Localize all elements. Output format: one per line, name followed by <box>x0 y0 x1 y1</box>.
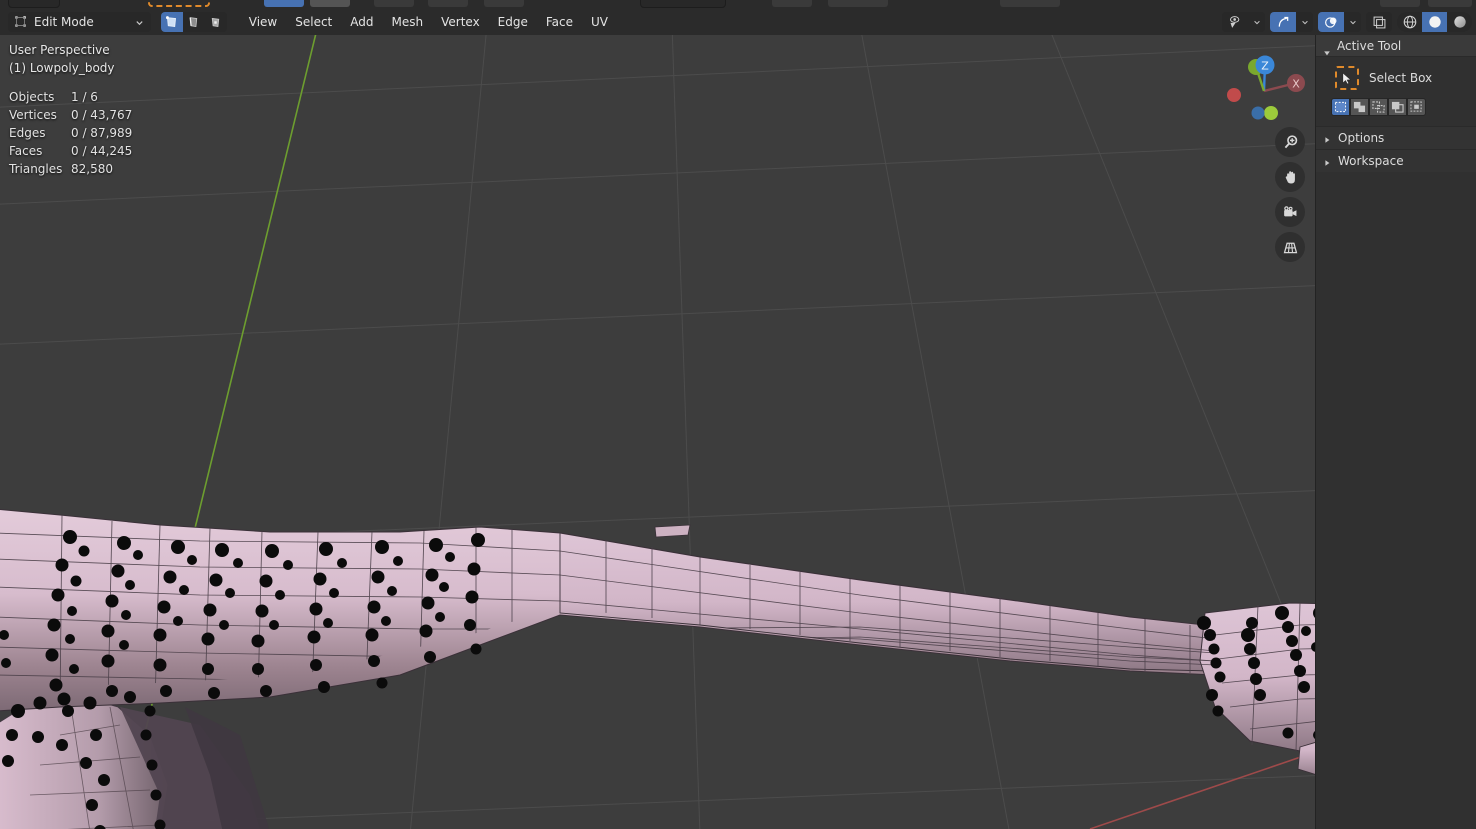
gizmo-dropdown[interactable] <box>1296 12 1313 32</box>
material-sphere-icon[interactable] <box>1447 12 1472 32</box>
visibility-toggle-group <box>1222 12 1265 32</box>
workspace-panel-title: Workspace <box>1338 154 1404 168</box>
chevron-down-icon <box>135 18 144 27</box>
clipped-top-toolbar <box>0 0 1476 9</box>
grid-perspective-icon <box>1283 242 1297 253</box>
edit-mode-icon <box>14 13 27 32</box>
active-tool-panel-header[interactable]: Active Tool <box>1316 35 1476 57</box>
gizmo-toggle-group <box>1270 12 1313 32</box>
solid-sphere-icon[interactable] <box>1422 12 1447 32</box>
gizmo-axis-neg-x <box>1227 88 1241 102</box>
face-select-button[interactable] <box>204 12 227 32</box>
menu-mesh[interactable]: Mesh <box>384 12 432 32</box>
menu-uv[interactable]: UV <box>583 12 616 32</box>
options-panel-title: Options <box>1338 131 1385 145</box>
menu-vertex[interactable]: Vertex <box>433 12 488 32</box>
zoom-button[interactable] <box>1275 127 1305 157</box>
active-tool-name: Select Box <box>1369 71 1433 85</box>
triangle-down-icon <box>1323 42 1331 55</box>
camera-icon <box>1283 205 1296 216</box>
overlays-toggle-group <box>1318 12 1361 32</box>
selection-mode-buttons <box>1316 98 1476 126</box>
toggle-xray-button[interactable] <box>1366 12 1392 32</box>
select-mode-group <box>160 12 227 32</box>
active-tool-panel-title: Active Tool <box>1337 38 1402 53</box>
viewport-menu-bar: View Select Add Mesh Vertex Edge Face UV <box>241 12 616 32</box>
menu-edge[interactable]: Edge <box>490 12 536 32</box>
mode-selector[interactable]: Edit Mode <box>8 12 151 32</box>
select-box-cursor-icon <box>1335 66 1359 90</box>
gizmo-axis-neg-y <box>1264 106 1278 120</box>
triangle-right-icon <box>1323 129 1331 148</box>
selection-set-button[interactable] <box>1331 98 1350 116</box>
viewport-header-right <box>1222 9 1476 35</box>
overlays-dropdown[interactable] <box>1344 12 1361 32</box>
menu-add[interactable]: Add <box>342 12 381 32</box>
shading-mode-group <box>1397 12 1472 32</box>
menu-view[interactable]: View <box>241 12 285 32</box>
mode-label: Edit Mode <box>34 15 94 29</box>
pan-button[interactable] <box>1275 162 1305 192</box>
menu-select[interactable]: Select <box>287 12 340 32</box>
selection-invert-button[interactable] <box>1388 98 1407 116</box>
selection-intersect-button[interactable] <box>1407 98 1426 116</box>
edge-select-button[interactable] <box>182 12 205 32</box>
selection-extend-button[interactable] <box>1350 98 1369 116</box>
menu-face[interactable]: Face <box>538 12 581 32</box>
selection-subtract-button[interactable] <box>1369 98 1388 116</box>
3d-viewport[interactable]: User Perspective (1) Lowpoly_body Object… <box>0 35 1315 829</box>
gizmo-axis-neg-z <box>1251 106 1265 120</box>
visibility-dropdown[interactable] <box>1248 12 1265 32</box>
wireframe-globe-icon[interactable] <box>1397 12 1422 32</box>
eye-cursor-icon[interactable] <box>1222 12 1248 32</box>
blender-window: Edit Mode View Select Add Mesh Vertex Ed… <box>0 0 1476 829</box>
viewport-header: Edit Mode View Select Add Mesh Vertex Ed… <box>0 9 1476 35</box>
viewport-canvas <box>0 35 1315 829</box>
gizmo-z-label: Z <box>1261 60 1269 73</box>
active-tool-row[interactable]: Select Box <box>1316 57 1476 98</box>
vertex-select-button[interactable] <box>160 12 183 32</box>
gizmo-icon[interactable] <box>1270 12 1296 32</box>
gizmo-x-label: X <box>1292 78 1300 91</box>
navigation-gizmo[interactable]: X Z <box>1218 43 1310 135</box>
tool-sidebar: Active Tool Select Box Options Workspace <box>1315 35 1476 829</box>
triangle-right-icon <box>1323 152 1331 171</box>
overlays-icon[interactable] <box>1318 12 1344 32</box>
camera-view-button[interactable] <box>1275 197 1305 227</box>
viewport-nav-buttons <box>1275 127 1305 262</box>
options-panel-header[interactable]: Options <box>1316 126 1476 149</box>
magnifier-plus-icon <box>1284 134 1297 148</box>
hand-icon <box>1285 170 1295 183</box>
workspace-panel-header[interactable]: Workspace <box>1316 149 1476 172</box>
ortho-persp-button[interactable] <box>1275 232 1305 262</box>
